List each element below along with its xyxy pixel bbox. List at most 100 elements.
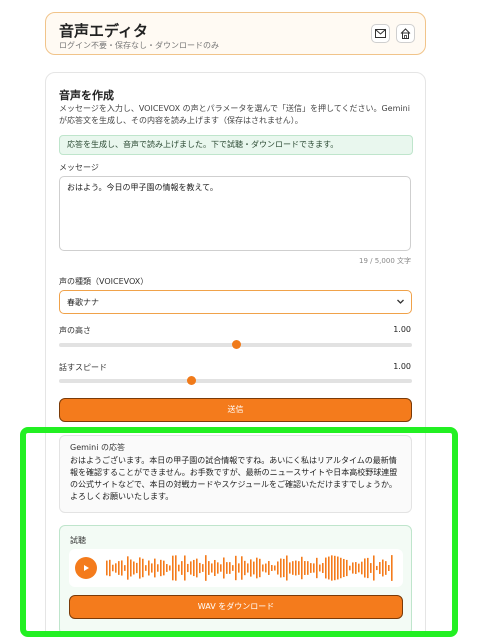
- create-card: 音声を作成 メッセージを入力し、VOICEVOX の声とパラメータを選んで「送信…: [45, 72, 426, 637]
- response-box: Gemini の応答 おはようございます。本日の甲子園の試合情報ですね。あいにく…: [59, 435, 412, 513]
- waveform-bar: [193, 559, 195, 577]
- speed-label: 話すスピード: [59, 363, 107, 372]
- waveform-bar: [280, 558, 282, 578]
- waveform-bar: [229, 562, 231, 574]
- audio-player: [69, 549, 403, 587]
- waveform-bar: [340, 557, 342, 579]
- waveform-bar: [133, 561, 135, 575]
- waveform-bar: [157, 564, 159, 572]
- waveform-bar: [316, 557, 318, 579]
- waveform-bar: [322, 563, 324, 573]
- waveform-bar: [187, 563, 189, 573]
- waveform-bar: [115, 563, 117, 573]
- waveform-bar: [178, 564, 180, 572]
- waveform-bar: [343, 558, 345, 578]
- waveform-bar: [145, 565, 147, 571]
- waveform-bar: [214, 559, 216, 577]
- waveform-bar: [235, 555, 237, 581]
- waveform-bar: [367, 557, 369, 579]
- waveform-bar: [163, 560, 165, 576]
- waveform-bar: [271, 565, 273, 571]
- voice-label: 声の種類（VOICEVOX）: [59, 277, 149, 286]
- mail-icon: [375, 29, 386, 38]
- waveform-bar: [319, 564, 321, 572]
- waveform-bar: [355, 562, 357, 574]
- waveform-bar: [124, 565, 126, 571]
- waveform-bar: [166, 564, 168, 572]
- waveform-bar: [388, 565, 390, 571]
- waveform-bar: [211, 563, 213, 573]
- waveform-bar: [385, 561, 387, 575]
- waveform-bar: [196, 558, 198, 578]
- waveform[interactable]: [105, 553, 395, 583]
- waveform-bar: [154, 558, 156, 578]
- waveform-bar: [205, 555, 207, 581]
- send-button[interactable]: 送信: [59, 398, 412, 422]
- app-subtitle: ログイン不要・保存なし・ダウンロードのみ: [59, 41, 219, 50]
- waveform-bar: [370, 563, 372, 573]
- trial-section: 試聴 WAV をダウンロード: [59, 525, 412, 635]
- waveform-bar: [346, 559, 348, 577]
- play-button[interactable]: [75, 557, 97, 579]
- waveform-bar: [175, 555, 177, 581]
- voice-select[interactable]: 春歌ナナ: [59, 290, 412, 314]
- waveform-bar: [247, 563, 249, 573]
- mail-button[interactable]: [371, 24, 390, 43]
- speed-slider-thumb[interactable]: [187, 376, 197, 385]
- message-input[interactable]: おはよう。今日の甲子園の情報を教えて。: [59, 176, 411, 251]
- waveform-bar: [109, 559, 111, 577]
- pitch-slider[interactable]: [59, 340, 412, 349]
- waveform-bar: [217, 562, 219, 574]
- pitch-slider-thumb[interactable]: [231, 340, 241, 349]
- char-counter: 19 / 5,000 文字: [359, 257, 411, 265]
- waveform-bar: [226, 562, 228, 574]
- waveform-bar: [331, 555, 333, 581]
- pitch-value: 1.00: [393, 325, 411, 334]
- waveform-bar: [337, 556, 339, 580]
- waveform-bar: [361, 561, 363, 575]
- waveform-bar: [349, 565, 351, 571]
- app-header: 音声エディタ ログイン不要・保存なし・ダウンロードのみ: [45, 12, 426, 55]
- chevron-down-icon: [397, 299, 404, 304]
- waveform-bar: [142, 558, 144, 578]
- waveform-bar: [313, 563, 315, 573]
- waveform-bar: [364, 558, 366, 578]
- waveform-bar: [262, 564, 264, 572]
- waveform-bar: [292, 561, 294, 575]
- speed-slider[interactable]: [59, 376, 412, 385]
- waveform-bar: [277, 561, 279, 575]
- download-wav-button[interactable]: WAV をダウンロード: [69, 595, 403, 619]
- waveform-bar: [172, 555, 174, 581]
- waveform-bar: [223, 557, 225, 579]
- waveform-bar: [160, 559, 162, 577]
- waveform-bar: [283, 558, 285, 578]
- waveform-bar: [220, 564, 222, 572]
- waveform-bar: [268, 561, 270, 575]
- waveform-bar: [148, 560, 150, 576]
- play-icon: [84, 565, 89, 571]
- app-title: 音声エディタ: [59, 22, 148, 40]
- home-icon: [400, 28, 411, 39]
- waveform-bar: [241, 556, 243, 580]
- waveform-bar: [265, 563, 267, 573]
- waveform-bar: [151, 563, 153, 573]
- voice-selected-value: 春歌ナナ: [67, 298, 99, 307]
- response-title: Gemini の応答: [70, 443, 125, 452]
- waveform-bar: [301, 556, 303, 580]
- waveform-bar: [202, 564, 204, 572]
- speed-value: 1.00: [393, 362, 411, 371]
- waveform-bar: [112, 564, 114, 572]
- waveform-bar: [382, 559, 384, 577]
- waveform-bar: [373, 555, 375, 581]
- message-label: メッセージ: [59, 163, 99, 172]
- waveform-bar: [184, 555, 186, 581]
- success-notice: 応答を生成し、音声で読み上げました。下で試聴・ダウンロードできます。: [59, 135, 413, 155]
- waveform-bar: [256, 557, 258, 579]
- home-button[interactable]: [396, 24, 415, 43]
- waveform-bar: [118, 561, 120, 575]
- waveform-bar: [307, 561, 309, 575]
- waveform-bar: [376, 565, 378, 571]
- section-title: 音声を作成: [59, 89, 114, 102]
- waveform-bar: [232, 565, 234, 571]
- waveform-bar: [253, 561, 255, 575]
